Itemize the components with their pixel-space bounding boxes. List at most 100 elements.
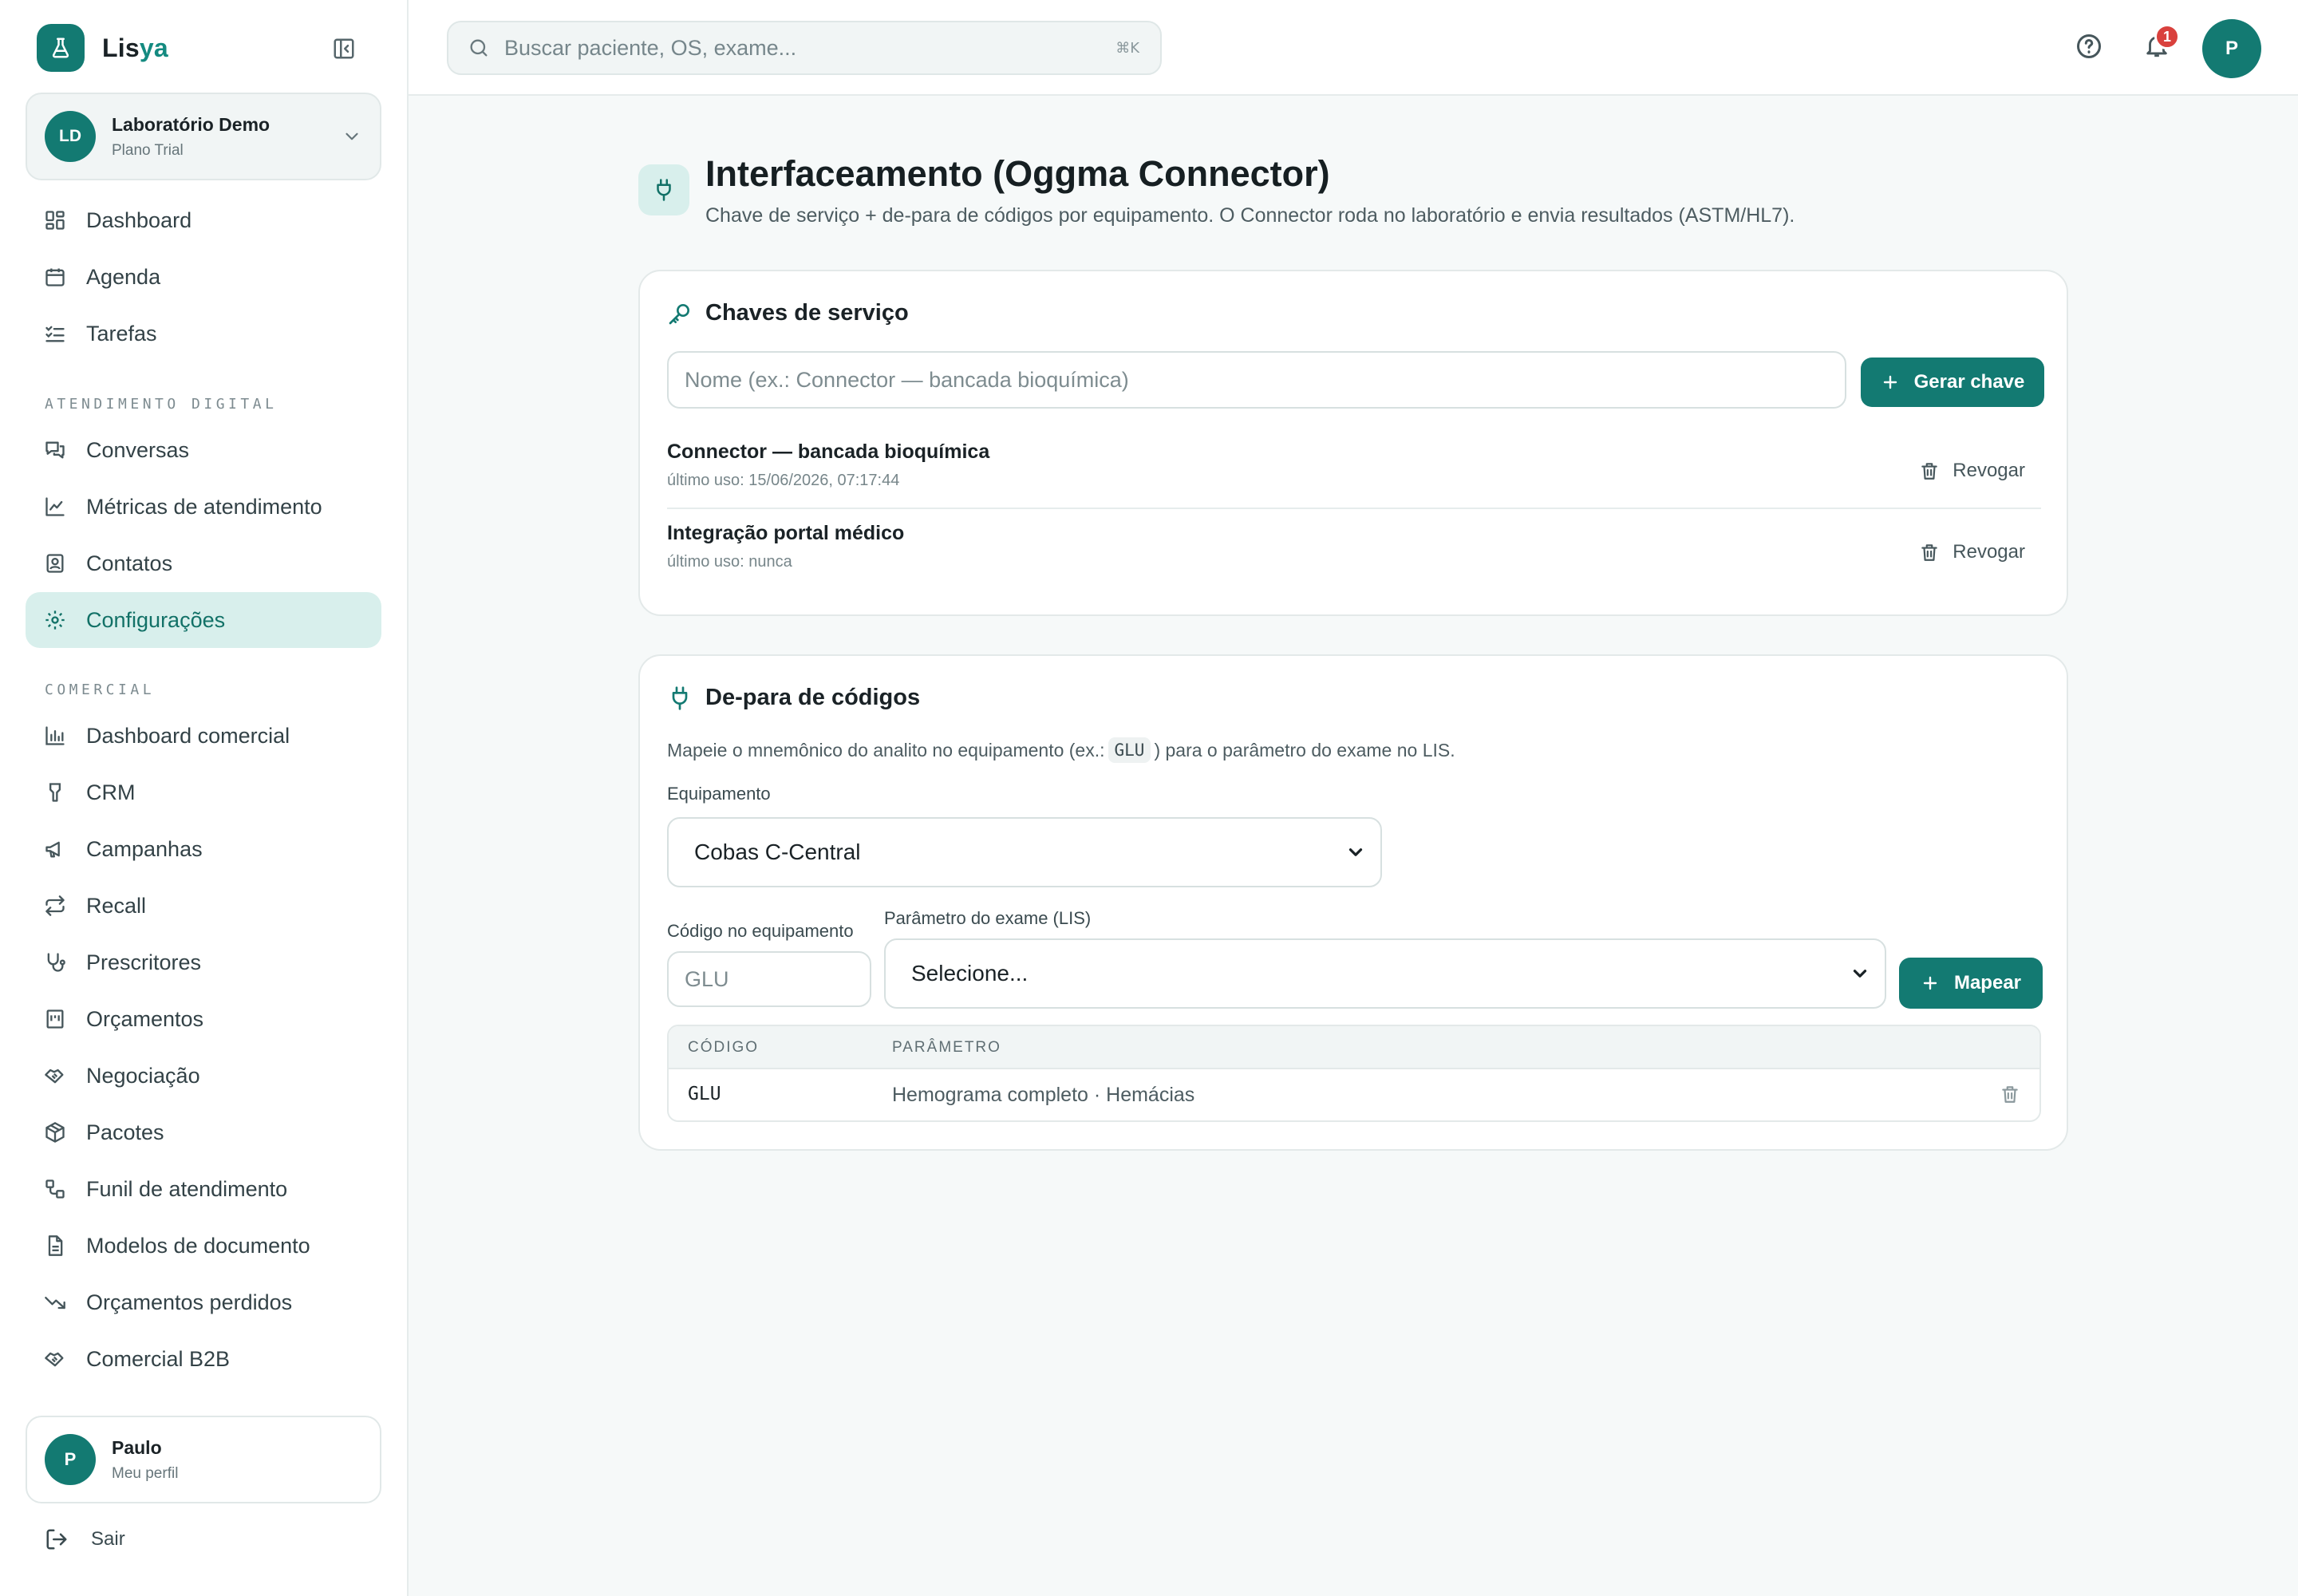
- trash-icon: [1919, 542, 1940, 563]
- sidebar-item-campanhas[interactable]: Campanhas: [26, 821, 381, 877]
- sidebar-item-pacotes[interactable]: Pacotes: [26, 1104, 381, 1160]
- key-name: Integração portal médico: [667, 522, 905, 544]
- exam-param-select[interactable]: Selecione...: [884, 938, 1886, 1009]
- sidebar-item-recall[interactable]: Recall: [26, 878, 381, 934]
- bar-chart-icon: [43, 724, 67, 748]
- sidebar-item-conversas[interactable]: Conversas: [26, 422, 381, 478]
- search-input[interactable]: Buscar paciente, OS, exame... ⌘K: [447, 21, 1162, 75]
- sidebar-item-label: Prescritores: [86, 950, 202, 974]
- org-plan: Plano Trial: [112, 141, 184, 159]
- sidebar-item-label: Dashboard: [86, 207, 192, 232]
- page-title: Interfaceamento (Oggma Connector): [705, 153, 1330, 194]
- help-icon[interactable]: [2075, 32, 2103, 61]
- trash-icon: [1919, 460, 1940, 481]
- sidebar-item-orcamentos-perdidos[interactable]: Orçamentos perdidos: [26, 1274, 381, 1330]
- workflow-icon: [43, 1177, 67, 1201]
- sidebar-item-crm[interactable]: CRM: [26, 764, 381, 820]
- profile-link: Meu perfil: [112, 1464, 179, 1482]
- profile-name: Paulo: [112, 1436, 162, 1458]
- map-button[interactable]: Mapear: [1899, 958, 2043, 1009]
- column-header-param: PARÂMETRO: [892, 1039, 1001, 1056]
- divider: [667, 508, 2041, 509]
- code-placeholder: GLU: [685, 966, 729, 991]
- sidebar-item-metricas[interactable]: Métricas de atendimento: [26, 479, 381, 535]
- sidebar-item-orcamentos[interactable]: Orçamentos: [26, 991, 381, 1047]
- sidebar-item-dashboard-comercial[interactable]: Dashboard comercial: [26, 708, 381, 764]
- card-title: Chaves de serviço: [667, 300, 909, 326]
- sidebar-item-modelos[interactable]: Modelos de documento: [26, 1218, 381, 1274]
- mapping-table: CÓDIGO PARÂMETRO GLU Hemograma completo …: [667, 1025, 2041, 1122]
- equipment-code-input[interactable]: GLU: [667, 951, 871, 1007]
- profile-card[interactable]: P Paulo Meu perfil: [26, 1416, 381, 1503]
- revoke-label: Revogar: [1953, 460, 2025, 481]
- code-mapping-card: De-para de códigos Mapeie o mnemônico do…: [638, 654, 2068, 1151]
- sidebar-item-tarefas[interactable]: Tarefas: [26, 306, 381, 361]
- receipt-icon: [43, 1007, 67, 1031]
- sidebar-item-negociacao[interactable]: Negociação: [26, 1048, 381, 1104]
- revoke-button[interactable]: Revogar: [1919, 541, 2025, 563]
- sidebar-item-label: Recall: [86, 893, 147, 918]
- sidebar-item-label: Dashboard comercial: [86, 723, 290, 748]
- gear-icon: [43, 608, 67, 632]
- cell-param: Hemograma completo · Hemácias: [892, 1084, 1195, 1106]
- code-label: Código no equipamento: [667, 921, 854, 941]
- sidebar-item-configuracoes[interactable]: Configurações: [26, 592, 381, 648]
- key-name-input[interactable]: Nome (ex.: Connector — bancada bioquímic…: [667, 351, 1846, 409]
- sidebar-item-label: Agenda: [86, 264, 161, 289]
- section-label-atendimento: ATENDIMENTO DIGITAL: [45, 396, 278, 413]
- sidebar-item-label: Modelos de documento: [86, 1233, 310, 1258]
- sidebar-item-label: CRM: [86, 780, 136, 804]
- chevron-down-icon: [1345, 842, 1366, 863]
- sidebar-item-label: Configurações: [86, 607, 226, 632]
- param-value: Selecione...: [911, 961, 1029, 986]
- generate-key-label: Gerar chave: [1913, 371, 2025, 393]
- sidebar-item-label: Conversas: [86, 437, 190, 462]
- brand-name: Lisya: [102, 33, 168, 62]
- user-avatar-button[interactable]: P: [2202, 19, 2261, 78]
- section-label-comercial: COMERCIAL: [45, 681, 156, 698]
- search-shortcut: ⌘K: [1115, 40, 1139, 57]
- package-icon: [43, 1120, 67, 1144]
- collapse-sidebar-icon[interactable]: [330, 35, 357, 62]
- sidebar-item-dashboard[interactable]: Dashboard: [26, 192, 381, 248]
- flask-icon: [37, 24, 85, 72]
- generate-key-button[interactable]: Gerar chave: [1861, 358, 2044, 407]
- logout-button[interactable]: Sair: [45, 1527, 125, 1551]
- key-last-use: último uso: 15/06/2026, 07:17:44: [667, 472, 900, 489]
- equipment-value: Cobas C-Central: [694, 839, 861, 864]
- card-title-text: Chaves de serviço: [705, 300, 909, 326]
- plug-icon: [667, 685, 693, 711]
- trash-icon[interactable]: [2000, 1084, 2020, 1104]
- equipment-select[interactable]: Cobas C-Central: [667, 817, 1382, 887]
- search-icon: [468, 37, 490, 59]
- line-chart-icon: [43, 495, 67, 519]
- notification-badge: 1: [2154, 24, 2180, 49]
- chevron-down-icon: [342, 126, 362, 147]
- dashboard-icon: [43, 208, 67, 232]
- org-switcher[interactable]: LD Laboratório Demo Plano Trial: [26, 93, 381, 180]
- sidebar-item-prescritores[interactable]: Prescritores: [26, 934, 381, 990]
- stethoscope-icon: [43, 950, 67, 974]
- sidebar-item-agenda[interactable]: Agenda: [26, 249, 381, 305]
- sidebar-item-label: Orçamentos: [86, 1006, 204, 1031]
- logout-label: Sair: [91, 1528, 125, 1550]
- plus-icon: [1921, 974, 1940, 993]
- sidebar-item-label: Campanhas: [86, 836, 203, 861]
- sidebar-item-label: Orçamentos perdidos: [86, 1290, 293, 1314]
- plus-icon: [1881, 373, 1900, 392]
- sidebar-item-contatos[interactable]: Contatos: [26, 535, 381, 591]
- funnel-icon: [43, 780, 67, 804]
- sidebar-item-funil[interactable]: Funil de atendimento: [26, 1161, 381, 1217]
- chat-icon: [43, 438, 67, 462]
- sidebar-item-label: Negociação: [86, 1063, 200, 1088]
- mapping-hint: Mapeie o mnemônico do analito no equipam…: [667, 737, 1455, 763]
- avatar: P: [45, 1434, 96, 1485]
- org-name: Laboratório Demo: [112, 113, 270, 135]
- sidebar-item-comercial-b2b[interactable]: Comercial B2B: [26, 1331, 381, 1387]
- megaphone-icon: [43, 837, 67, 861]
- revoke-button[interactable]: Revogar: [1919, 460, 2025, 482]
- handshake-icon: [43, 1347, 67, 1371]
- service-keys-card: Chaves de serviço Nome (ex.: Connector —…: [638, 270, 2068, 616]
- brand[interactable]: Lisya: [37, 24, 168, 72]
- sidebar-item-label: Contatos: [86, 551, 173, 575]
